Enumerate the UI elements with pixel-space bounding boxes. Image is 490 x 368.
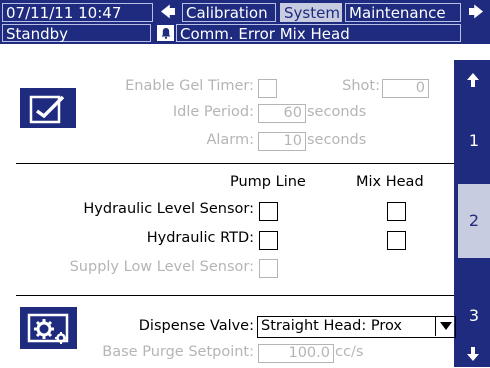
divider (16, 163, 454, 164)
alarm-unit: seconds (307, 132, 367, 148)
hydraulic-rtd-pump-checkbox[interactable] (259, 231, 278, 250)
base-purge-setpoint-label: Base Purge Setpoint: (102, 344, 254, 360)
enable-gel-timer-checkbox[interactable] (258, 79, 277, 98)
error-message: Comm. Error Mix Head (176, 24, 461, 43)
dispense-valve-value: Straight Head: Prox (261, 318, 402, 334)
tab-calibration[interactable]: Calibration (182, 3, 276, 22)
mix-head-header: Mix Head (356, 174, 424, 190)
tab-maintenance[interactable]: Maintenance (345, 3, 461, 22)
shot-field[interactable]: 0 (382, 79, 429, 98)
right-arrow-icon[interactable]: 🡆 (464, 3, 488, 22)
side-tab-2[interactable]: 2 (458, 184, 490, 258)
edit-checkbox-icon (20, 88, 76, 128)
enable-gel-timer-label: Enable Gel Timer: (125, 78, 254, 94)
dispense-valve-dropdown[interactable]: Straight Head: Prox (257, 316, 456, 338)
supply-low-level-label: Supply Low Level Sensor: (69, 259, 254, 275)
alarm-label: Alarm: (206, 132, 254, 148)
pump-line-header: Pump Line (230, 174, 306, 190)
supply-low-level-checkbox[interactable] (259, 259, 278, 278)
alarm-field[interactable]: 10 (258, 132, 306, 151)
idle-period-field[interactable]: 60 (258, 104, 306, 123)
hydraulic-level-sensor-label: Hydraulic Level Sensor: (83, 201, 254, 217)
hydraulic-rtd-label: Hydraulic RTD: (146, 230, 254, 246)
dispense-valve-label: Dispense Valve: (138, 318, 254, 334)
idle-period-label: Idle Period: (172, 104, 254, 120)
idle-period-unit: seconds (307, 104, 367, 120)
shot-label: Shot: (342, 78, 380, 94)
settings-gears-icon (20, 307, 77, 349)
base-purge-setpoint-field[interactable]: 100.0 (258, 344, 334, 363)
chevron-down-icon[interactable] (435, 317, 455, 336)
tab-system[interactable]: System (280, 3, 342, 22)
hydraulic-rtd-mix-checkbox[interactable] (387, 231, 406, 250)
scroll-up-icon[interactable] (459, 70, 487, 90)
status-text: Standby (2, 24, 151, 43)
hydraulic-level-pump-checkbox[interactable] (259, 202, 278, 221)
hydraulic-level-mix-checkbox[interactable] (387, 202, 406, 221)
left-arrow-icon[interactable]: 🡄 (156, 3, 180, 22)
scroll-down-icon[interactable] (459, 344, 487, 364)
bell-icon (157, 25, 174, 41)
side-tab-3[interactable]: 3 (458, 296, 490, 336)
divider (16, 295, 454, 296)
base-purge-unit: cc/s (335, 344, 364, 360)
datetime: 07/11/11 10:47 (2, 3, 153, 22)
side-tab-1[interactable]: 1 (458, 121, 490, 161)
